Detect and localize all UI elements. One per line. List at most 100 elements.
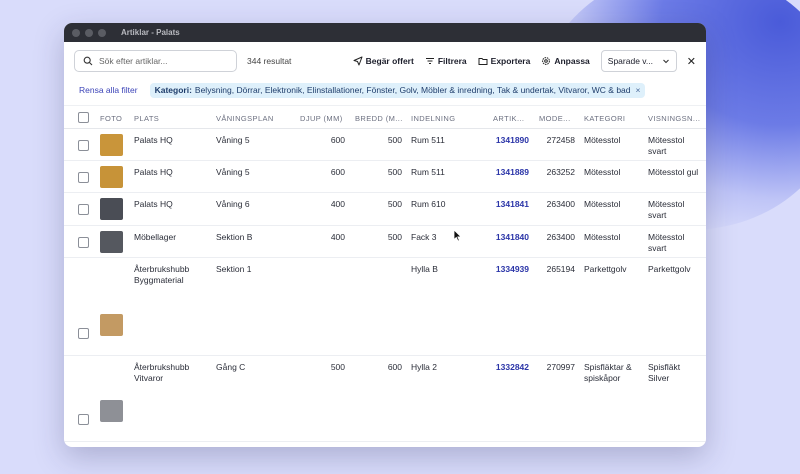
cell-kategori: Mötesstol	[584, 167, 621, 177]
window-title: Artiklar - Palats	[121, 28, 180, 37]
table-row[interactable]: Palats HQ Våning 5 600 500 Rum 511 1341890 272…	[64, 129, 706, 161]
cell-visningsnamn-line2: svart	[648, 243, 667, 253]
export-button[interactable]: Exportera	[478, 56, 530, 66]
customize-label: Anpassa	[554, 56, 590, 66]
col-header-kategori[interactable]: KATEGORI	[584, 114, 625, 123]
product-thumbnail[interactable]	[100, 314, 123, 336]
product-thumbnail[interactable]	[100, 166, 123, 188]
cell-indelning: Rum 610	[411, 199, 446, 209]
cell-djup: 600	[330, 167, 345, 177]
table-row[interactable]: Återbrukshubb Vitvaror Gång C 500 600 Hylla 2…	[64, 356, 706, 442]
product-thumbnail[interactable]	[100, 134, 123, 156]
row-checkbox[interactable]	[78, 204, 89, 215]
col-header-bredd[interactable]: BREDD (M...	[355, 114, 403, 123]
filter-label: Filtrera	[437, 56, 467, 66]
saved-views-label: Sparade v...	[607, 56, 653, 66]
cell-vaningsplan: Sektion B	[216, 232, 253, 242]
col-header-djup[interactable]: DJUP (MM)	[300, 114, 343, 123]
cell-indelning: Hylla B	[411, 264, 438, 274]
col-header-foto[interactable]: FOTO	[100, 114, 122, 123]
table-row[interactable]: Palats HQ Våning 6 400 500 Rum 610 1341841 263…	[64, 193, 706, 226]
cell-vaningsplan: Våning 6	[216, 199, 250, 209]
table-row[interactable]: Palats HQ Våning 5 600 500 Rum 511 1341889 263…	[64, 161, 706, 193]
clear-all-filters-link[interactable]: Rensa alla filter	[79, 85, 138, 95]
cell-plats: Möbellager	[134, 232, 177, 242]
col-header-indelning[interactable]: INDELNING	[411, 114, 455, 123]
cell-vaningsplan: Sektion 1	[216, 264, 252, 274]
cell-plats: Återbrukshubb	[134, 362, 190, 372]
col-header-visningsnamn[interactable]: VISNINGSN...	[648, 114, 700, 123]
articles-table: FOTO PLATS VÅNINGSPLAN DJUP (MM) BREDD (…	[64, 105, 706, 442]
send-icon	[353, 56, 363, 66]
result-count: 344 resultat	[247, 56, 292, 66]
cell-indelning: Fack 3	[411, 232, 437, 242]
cell-vaningsplan: Våning 5	[216, 167, 250, 177]
cell-modell: 263252	[546, 167, 575, 177]
maximize-window-dot[interactable]	[98, 28, 106, 37]
cell-visningsnamn: Parkettgolv	[648, 264, 691, 274]
product-thumbnail[interactable]	[100, 231, 123, 253]
row-checkbox[interactable]	[78, 414, 89, 425]
cell-bredd: 600	[387, 362, 402, 372]
select-all-checkbox[interactable]	[78, 112, 89, 123]
app-window: Artiklar - Palats 344 resultat Begär off…	[64, 23, 706, 447]
cell-artikel[interactable]: 1332842	[489, 362, 529, 373]
category-filter-chip[interactable]: Kategori: Belysning, Dörrar, Elektronik,…	[149, 82, 646, 98]
active-filters-bar: Rensa alla filter Kategori: Belysning, D…	[64, 80, 706, 100]
search-box[interactable]	[74, 50, 237, 72]
close-window-dot[interactable]	[72, 28, 80, 37]
cell-visningsnamn: Spisfläkt	[648, 362, 681, 372]
table-row[interactable]: Möbellager Sektion B 400 500 Fack 3 1341840 26…	[64, 226, 706, 258]
product-thumbnail[interactable]	[100, 198, 123, 220]
cell-bredd: 500	[387, 232, 402, 242]
cell-modell: 265194	[546, 264, 575, 274]
cell-artikel[interactable]: 1334939	[489, 264, 529, 275]
chip-value: Belysning, Dörrar, Elektronik, Elinstall…	[194, 85, 631, 95]
cell-vaningsplan: Våning 5	[216, 135, 250, 145]
cell-bredd: 500	[387, 135, 402, 145]
cell-kategori: Mötesstol	[584, 232, 621, 242]
cell-visningsnamn: Mötesstol	[648, 232, 685, 242]
cell-djup: 600	[330, 135, 345, 145]
col-header-artikel[interactable]: ARTIK...	[493, 114, 524, 123]
cell-plats: Återbrukshubb	[134, 264, 190, 274]
search-input[interactable]	[99, 56, 229, 66]
cell-plats-line2: Vitvaror	[134, 373, 164, 383]
row-checkbox[interactable]	[78, 328, 89, 339]
cell-visningsnamn: Mötesstol gul	[648, 167, 699, 177]
customize-button[interactable]: Anpassa	[541, 56, 590, 66]
saved-views-dropdown[interactable]: Sparade v...	[600, 50, 677, 72]
cell-artikel[interactable]: 1341890	[489, 135, 529, 146]
minimize-window-dot[interactable]	[85, 28, 93, 37]
row-checkbox[interactable]	[78, 172, 89, 183]
cell-modell: 270997	[546, 362, 575, 372]
chip-remove-icon[interactable]: ×	[636, 85, 641, 95]
cell-indelning: Rum 511	[411, 167, 445, 177]
table-row[interactable]: Återbrukshubb Byggmaterial Sektion 1 Hylla …	[64, 258, 706, 356]
cell-kategori: Spisfläktar &	[584, 362, 632, 372]
cell-artikel[interactable]: 1341840	[489, 232, 529, 243]
cell-visningsnamn-line2: svart	[648, 210, 667, 220]
gear-icon	[542, 57, 551, 65]
cell-indelning: Hylla 2	[411, 362, 437, 372]
row-checkbox[interactable]	[78, 237, 89, 248]
cell-visningsnamn: Mötesstol	[648, 199, 685, 209]
col-header-vaningsplan[interactable]: VÅNINGSPLAN	[216, 114, 274, 123]
cell-bredd: 500	[387, 199, 402, 209]
filter-button[interactable]: Filtrera	[425, 56, 467, 66]
col-header-modell[interactable]: MODE...	[539, 114, 571, 123]
row-checkbox[interactable]	[78, 140, 89, 151]
close-icon[interactable]: ✕	[687, 55, 696, 68]
product-thumbnail[interactable]	[100, 400, 123, 422]
search-icon	[83, 56, 93, 66]
filter-icon	[425, 58, 434, 64]
cell-kategori: Parkettgolv	[584, 264, 627, 274]
cell-artikel[interactable]: 1341889	[489, 167, 529, 178]
chevron-down-icon	[662, 59, 669, 64]
cell-artikel[interactable]: 1341841	[489, 199, 529, 210]
cell-plats-line2: Byggmaterial	[134, 275, 184, 285]
request-offer-label: Begär offert	[365, 56, 414, 66]
cell-kategori: Mötesstol	[584, 135, 621, 145]
request-offer-button[interactable]: Begär offert	[353, 56, 414, 66]
col-header-plats[interactable]: PLATS	[134, 114, 159, 123]
